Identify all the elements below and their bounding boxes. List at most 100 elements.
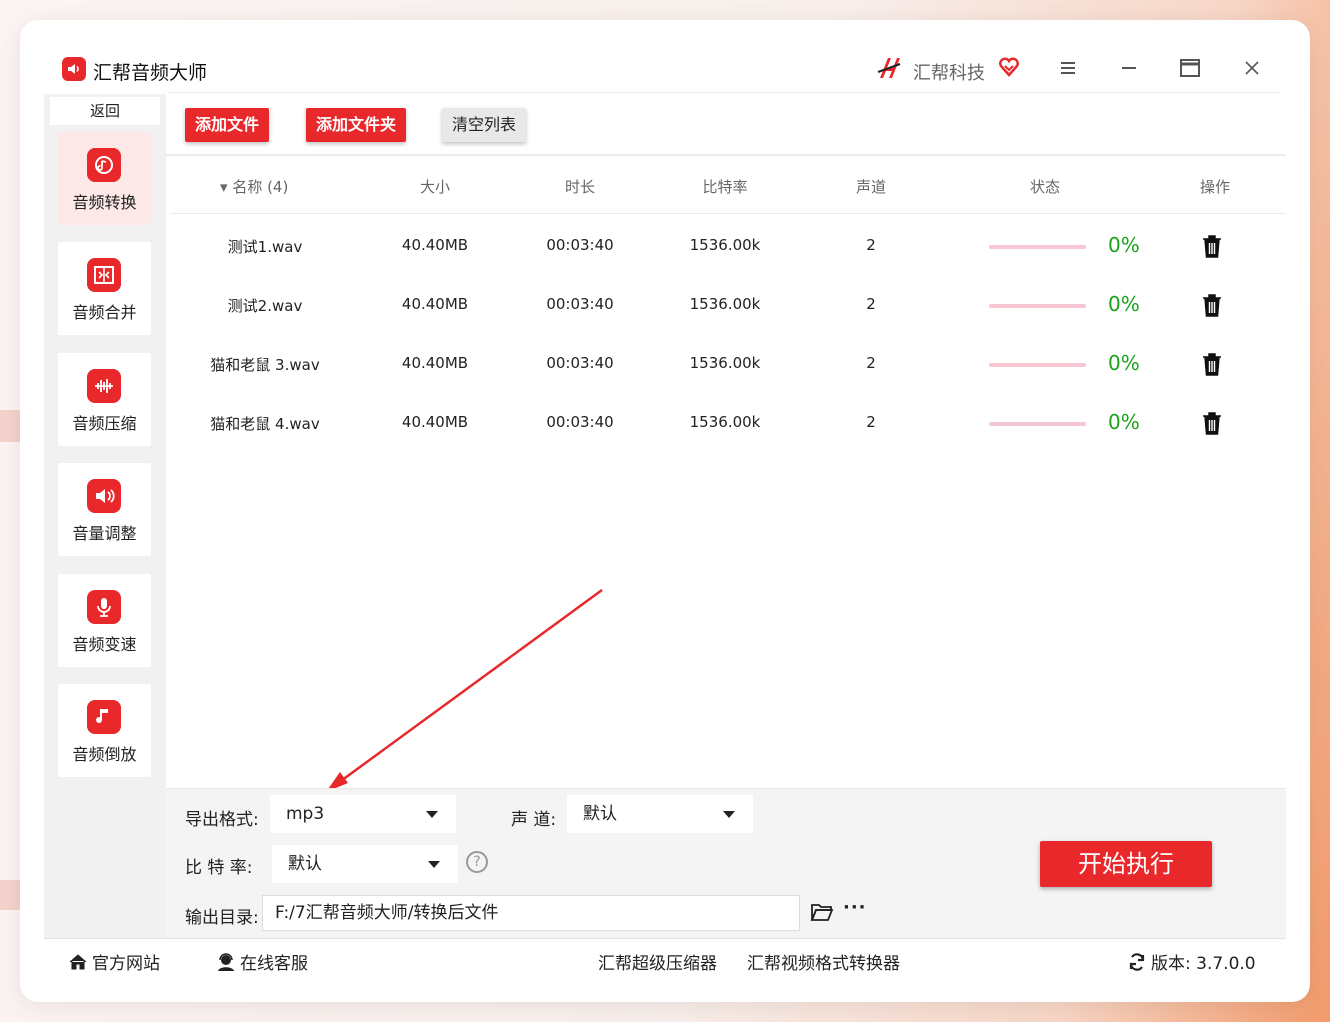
title-bar: 汇帮音频大师 汇帮科技 (20, 20, 1310, 94)
minimize-icon[interactable] (1117, 56, 1141, 80)
app-title: 汇帮音频大师 (93, 62, 208, 84)
background-band (0, 410, 20, 442)
file-duration: 00:03:40 (546, 236, 614, 254)
file-size: 40.40MB (401, 354, 469, 372)
table-row[interactable]: 测试1.wav 40.40MB 00:03:40 1536.00k 2 0% (170, 216, 1286, 275)
maximize-icon[interactable] (1178, 56, 1202, 80)
app-window: 汇帮音频大师 汇帮科技 返回 音频转换 音频合并 音频压缩 音量调整 音频变速 … (20, 20, 1310, 1002)
refresh-icon (1129, 953, 1145, 971)
sidebar-item-audio-merge[interactable]: 音频合并 (58, 242, 151, 335)
sidebar-item-audio-convert[interactable]: 音频转换 (58, 132, 151, 225)
start-button[interactable]: 开始执行 (1040, 841, 1212, 887)
super-compressor-link[interactable]: 汇帮超级压缩器 (598, 949, 717, 974)
settings-panel: 导出格式: mp3 声 道: 默认 比 特 率: 默认 ? 输出目录: F:/7… (166, 788, 1286, 938)
sort-name-header[interactable]: ▾ 名称 (4) (220, 176, 288, 197)
sidebar-item-audio-speed[interactable]: 音频变速 (58, 574, 151, 667)
audio-reverse-icon (87, 700, 121, 734)
file-bitrate: 1536.00k (689, 354, 761, 372)
official-website-link[interactable]: 官方网站 (68, 949, 160, 974)
column-header-bitrate: 比特率 (702, 178, 748, 196)
toolbar: 添加文件 添加文件夹 清空列表 (166, 94, 1286, 156)
audio-convert-icon (87, 148, 121, 182)
sidebar-item-volume-adjust[interactable]: 音量调整 (58, 463, 151, 556)
file-duration: 00:03:40 (546, 413, 614, 431)
version-info[interactable]: 版本: 3.7.0.0 (1127, 949, 1256, 974)
brand-logo-icon (877, 58, 901, 78)
volume-adjust-icon (87, 479, 121, 513)
output-dir-label: 输出目录: (185, 908, 259, 928)
add-file-button[interactable]: 添加文件 (185, 108, 269, 142)
clear-list-button[interactable]: 清空列表 (442, 108, 526, 142)
file-channels: 2 (866, 354, 876, 372)
sidebar-item-label: 音频倒放 (72, 745, 137, 764)
chevron-down-icon (723, 811, 735, 818)
file-bitrate: 1536.00k (689, 295, 761, 313)
delete-trash-icon[interactable] (1201, 234, 1223, 258)
delete-trash-icon[interactable] (1201, 293, 1223, 317)
help-icon[interactable]: ? (466, 851, 488, 873)
file-size: 40.40MB (401, 413, 469, 431)
column-header-size: 大小 (419, 178, 450, 196)
progress-text: 0% (1108, 410, 1140, 434)
sidebar-item-label: 音频变速 (72, 635, 137, 654)
version-label: 版本: (1151, 954, 1191, 974)
back-button[interactable]: 返回 (50, 97, 160, 125)
format-label: 导出格式: (185, 810, 259, 830)
sidebar-item-label: 音量调整 (72, 524, 137, 543)
delete-trash-icon[interactable] (1201, 411, 1223, 435)
file-size: 40.40MB (401, 236, 469, 254)
channel-select[interactable]: 默认 (567, 795, 753, 833)
table-row[interactable]: 猫和老鼠 4.wav 40.40MB 00:03:40 1536.00k 2 0… (170, 393, 1286, 452)
home-icon (69, 954, 87, 970)
folder-open-icon[interactable] (810, 901, 834, 923)
progress-bar (989, 363, 1086, 367)
file-duration: 00:03:40 (546, 354, 614, 372)
official-website-label: 官方网站 (92, 954, 160, 974)
format-value: mp3 (286, 804, 325, 824)
title-separator (168, 92, 1280, 93)
version-value: 3.7.0.0 (1196, 954, 1256, 974)
add-folder-button[interactable]: 添加文件夹 (306, 108, 406, 142)
sidebar-item-label: 音频转换 (72, 193, 137, 212)
file-name: 猫和老鼠 3.wav (210, 356, 320, 374)
video-converter-link[interactable]: 汇帮视频格式转换器 (747, 949, 900, 974)
file-name: 猫和老鼠 4.wav (210, 415, 320, 433)
vip-heart-icon[interactable] (998, 56, 1020, 78)
bitrate-select[interactable]: 默认 (272, 845, 458, 883)
sidebar-item-label: 音频压缩 (72, 414, 137, 433)
bitrate-label: 比 特 率: (185, 858, 253, 878)
channel-label: 声 道: (511, 810, 557, 830)
hamburger-menu-icon[interactable] (1056, 56, 1080, 80)
footer: 官方网站 在线客服 汇帮超级压缩器 汇帮视频格式转换器 版本: 3.7.0.0 (44, 938, 1286, 980)
file-name: 测试1.wav (227, 238, 303, 256)
more-options-icon[interactable]: ··· (843, 897, 867, 918)
online-support-link[interactable]: 在线客服 (216, 949, 308, 974)
file-table-header: ▾ 名称 (4) 大小 时长 比特率 声道 状态 操作 (170, 158, 1286, 214)
output-dir-input[interactable]: F:/7汇帮音频大师/转换后文件 (262, 895, 800, 931)
brand-name: 汇帮科技 (913, 63, 985, 84)
table-row[interactable]: 测试2.wav 40.40MB 00:03:40 1536.00k 2 0% (170, 275, 1286, 334)
close-icon[interactable] (1240, 56, 1264, 80)
column-header-channels: 声道 (855, 178, 886, 196)
bitrate-value: 默认 (288, 854, 322, 874)
file-channels: 2 (866, 413, 876, 431)
sidebar-item-audio-reverse[interactable]: 音频倒放 (58, 684, 151, 777)
format-select[interactable]: mp3 (270, 795, 456, 833)
column-header-actions: 操作 (1199, 178, 1230, 196)
file-size: 40.40MB (401, 295, 469, 313)
progress-bar (989, 245, 1086, 249)
support-agent-icon (218, 953, 234, 971)
app-logo-icon (62, 57, 86, 81)
sidebar-item-label: 音频合并 (72, 303, 137, 322)
channel-value: 默认 (583, 804, 617, 824)
background-band (0, 880, 20, 910)
progress-bar (989, 422, 1086, 426)
progress-text: 0% (1108, 292, 1140, 316)
sidebar-item-audio-compress[interactable]: 音频压缩 (58, 353, 151, 446)
delete-trash-icon[interactable] (1201, 352, 1223, 376)
table-row[interactable]: 猫和老鼠 3.wav 40.40MB 00:03:40 1536.00k 2 0… (170, 334, 1286, 393)
file-channels: 2 (866, 236, 876, 254)
audio-speed-icon (87, 590, 121, 624)
progress-text: 0% (1108, 351, 1140, 375)
file-duration: 00:03:40 (546, 295, 614, 313)
